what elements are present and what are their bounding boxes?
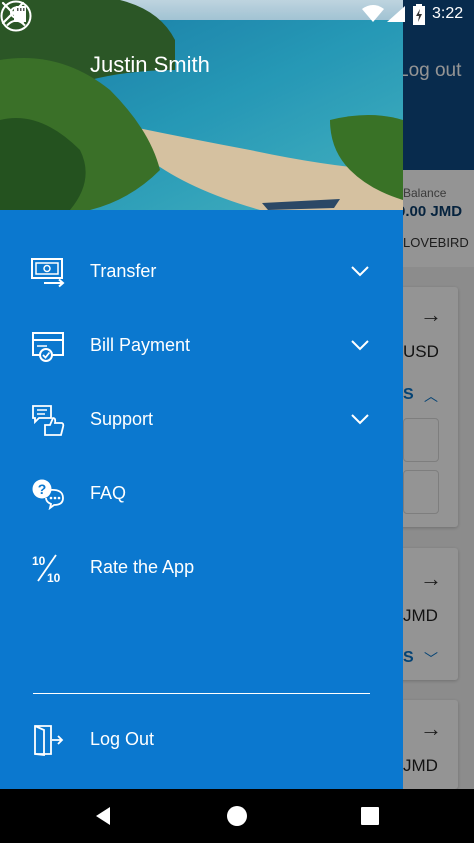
svg-text:10: 10	[32, 554, 46, 568]
status-time: 3:22	[432, 5, 464, 22]
chevron-down-icon[interactable]	[350, 338, 370, 352]
sd-card-icon	[14, 6, 26, 22]
transfer-icon	[31, 258, 65, 288]
recents-icon[interactable]	[358, 804, 382, 828]
menu-item-faq[interactable]: ? FAQ	[0, 464, 403, 524]
menu-label-transfer: Transfer	[90, 261, 157, 281]
menu-item-support[interactable]: Support	[0, 390, 403, 450]
chevron-down-icon[interactable]	[350, 412, 370, 426]
logout-door-icon	[34, 725, 64, 756]
status-bar: 3:22	[0, 0, 474, 28]
menu-item-rate-the-app[interactable]: 10 10 Rate the App	[0, 538, 403, 598]
user-name: Justin Smith	[90, 52, 210, 77]
menu-label-support: Support	[90, 409, 154, 429]
menu-label-rate-the-app: Rate the App	[90, 557, 195, 577]
menu-item-transfer[interactable]: Transfer	[0, 242, 403, 302]
battery-charging-icon	[413, 4, 425, 25]
faq-icon: ?	[32, 479, 64, 510]
system-navigation-bar	[0, 789, 474, 843]
wifi-icon	[362, 5, 384, 22]
home-icon[interactable]	[225, 804, 249, 828]
bill-payment-icon	[32, 332, 64, 362]
menu-label-log-out: Log Out	[90, 729, 155, 749]
support-icon	[32, 405, 65, 436]
back-icon[interactable]	[92, 804, 116, 828]
svg-text:10: 10	[47, 571, 61, 584]
menu-item-log-out[interactable]: Log Out	[0, 710, 403, 770]
menu-divider	[33, 693, 370, 694]
cell-signal-icon	[387, 6, 405, 22]
menu-label-faq: FAQ	[90, 483, 127, 503]
drawer-header-beach-image: Justin Smith	[0, 0, 403, 210]
navigation-drawer: Justin Smith Transfer Bill Payment Suppo…	[0, 0, 403, 789]
chevron-down-icon[interactable]	[350, 264, 370, 278]
svg-text:?: ?	[38, 481, 47, 497]
menu-item-bill-payment[interactable]: Bill Payment	[0, 316, 403, 376]
rate-app-icon: 10 10	[32, 554, 61, 584]
menu-label-bill-payment: Bill Payment	[90, 335, 191, 355]
